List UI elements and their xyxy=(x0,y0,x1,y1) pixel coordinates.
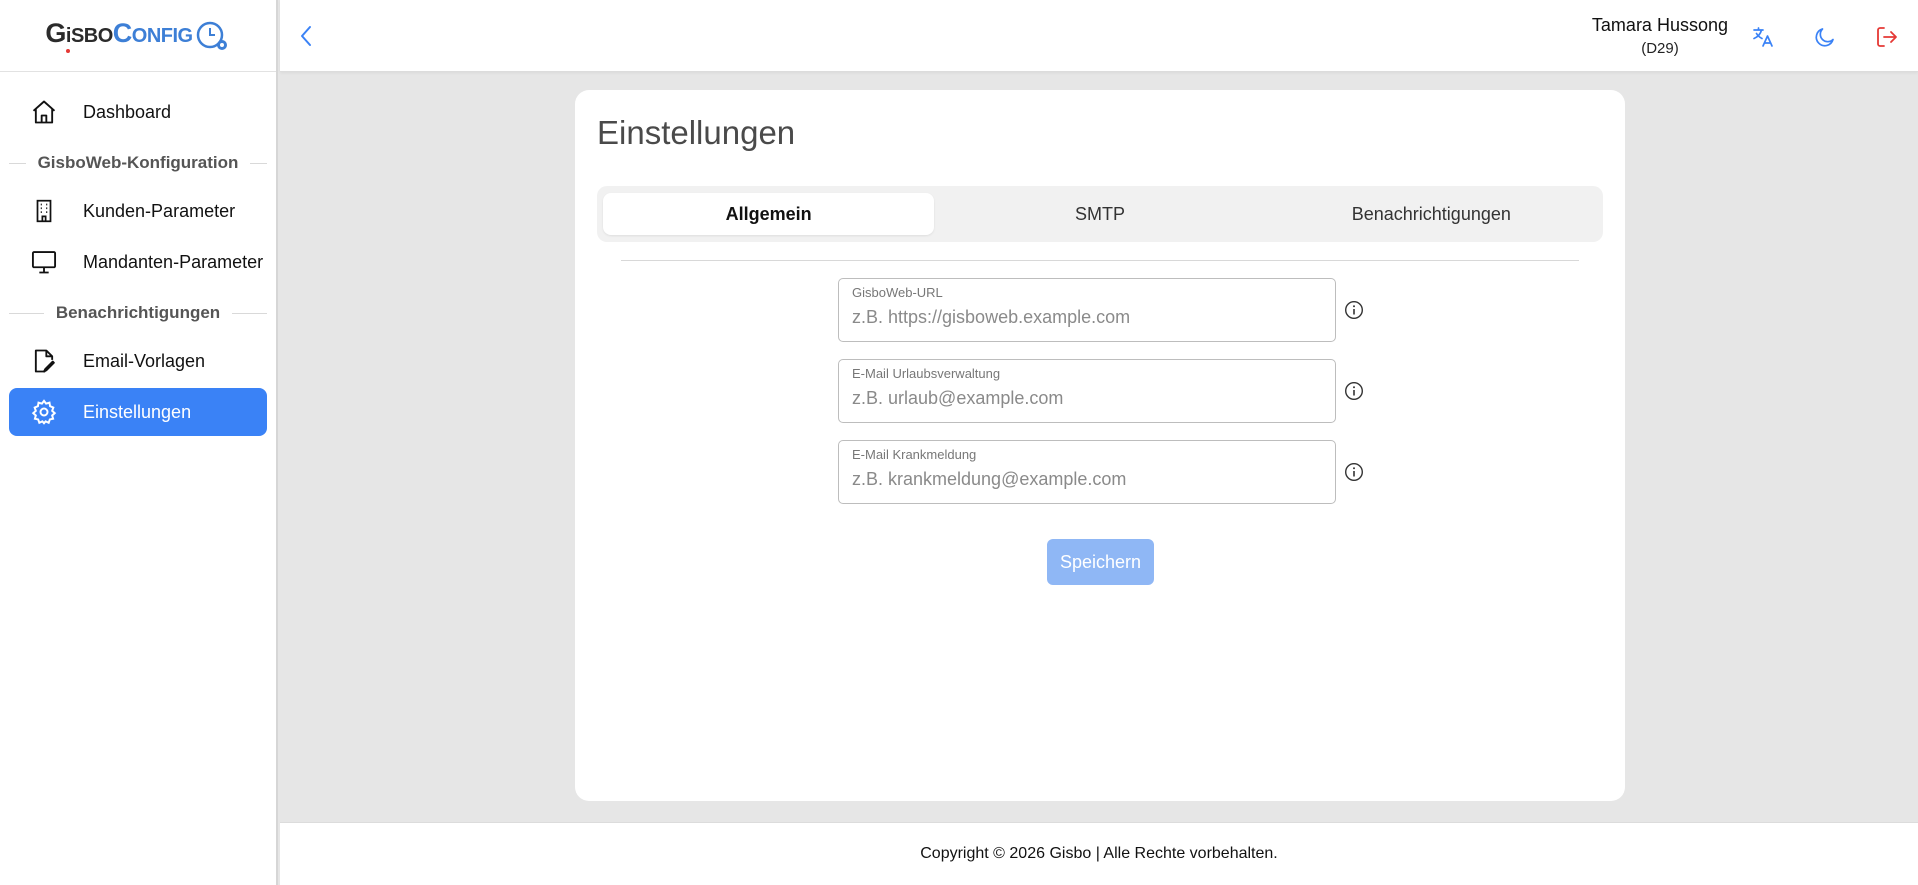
theme-toggle-button[interactable] xyxy=(1812,24,1838,50)
user-name: Tamara Hussong xyxy=(1591,15,1728,35)
tab-benachrichtigungen[interactable]: Benachrichtigungen xyxy=(1266,193,1597,235)
settings-card: Einstellungen Allgemein SMTP Benachricht… xyxy=(575,90,1625,801)
tab-smtp[interactable]: SMTP xyxy=(934,193,1265,235)
translate-icon xyxy=(1753,27,1773,47)
gisboweb-url-field[interactable]: GisboWeb-URL xyxy=(838,278,1336,342)
divider xyxy=(250,162,267,164)
language-button[interactable] xyxy=(1750,24,1776,50)
email-krankmeldung-field[interactable]: E-Mail Krankmeldung xyxy=(838,440,1336,504)
file-edit-icon xyxy=(29,346,59,376)
divider xyxy=(9,312,44,314)
sidebar-item-label: Email-Vorlagen xyxy=(83,350,206,371)
sidebar-item-label: Mandanten-Parameter xyxy=(83,251,264,272)
sidebar-item-mandanten-parameter[interactable]: Mandanten-Parameter xyxy=(9,238,267,286)
user-info: Tamara Hussong (D29) xyxy=(1592,15,1728,57)
save-button[interactable]: Speichern xyxy=(1047,539,1154,585)
copyright-text: Copyright © 2026 Gisbo | Alle Rechte vor… xyxy=(920,845,1278,862)
sidebar-item-label: Kunden-Parameter xyxy=(83,200,236,221)
field-label: GisboWeb-URL xyxy=(852,285,943,300)
back-button[interactable] xyxy=(294,24,318,48)
app-logo[interactable]: GiSBO CONFIG xyxy=(0,0,276,72)
info-icon xyxy=(1344,381,1364,401)
sidebar-item-label: Einstellungen xyxy=(83,401,192,422)
divider xyxy=(232,312,268,314)
logout-icon xyxy=(1877,27,1897,47)
sidebar-section-benachrichtigungen: Benachrichtigungen xyxy=(9,289,268,337)
moon-icon xyxy=(1815,28,1834,47)
sidebar-section-label: Benachrichtigungen xyxy=(55,303,221,322)
divider xyxy=(9,162,26,164)
email-urlaubsverwaltung-field[interactable]: E-Mail Urlaubsverwaltung xyxy=(838,359,1336,423)
user-code: (D29) xyxy=(1641,40,1679,57)
building-icon xyxy=(29,196,59,226)
gisboweb-url-info-button[interactable] xyxy=(1343,299,1365,321)
clock-gear-icon xyxy=(196,21,227,50)
sidebar-item-kunden-parameter[interactable]: Kunden-Parameter xyxy=(9,187,267,235)
footer: Copyright © 2026 Gisbo | Alle Rechte vor… xyxy=(280,822,1918,885)
home-icon xyxy=(29,97,59,127)
email-krankmeldung-info-button[interactable] xyxy=(1343,461,1365,483)
sidebar-item-einstellungen[interactable]: Einstellungen xyxy=(9,388,267,436)
email-krankmeldung-input[interactable] xyxy=(852,469,1322,490)
sidebar-item-email-vorlagen[interactable]: Email-Vorlagen xyxy=(9,337,267,385)
field-label: E-Mail Urlaubsverwaltung xyxy=(852,366,1001,381)
settings-tabs: Allgemein SMTP Benachrichtigungen xyxy=(597,186,1603,242)
sidebar-nav: Dashboard GisboWeb-Konfiguration Kunden-… xyxy=(0,72,276,436)
logo-wordmark: GiSBO CONFIG xyxy=(45,18,230,54)
field-label: E-Mail Krankmeldung xyxy=(852,447,977,462)
gear-icon xyxy=(29,397,59,427)
email-urlaubsverwaltung-input[interactable] xyxy=(852,388,1322,409)
email-urlaubsverwaltung-info-button[interactable] xyxy=(1343,380,1365,402)
sidebar-section-label: GisboWeb-Konfiguration xyxy=(37,153,239,172)
divider xyxy=(621,260,1579,261)
info-icon xyxy=(1344,300,1364,320)
sidebar-section-gisboweb: GisboWeb-Konfiguration xyxy=(9,139,267,187)
monitor-icon xyxy=(29,247,59,277)
info-icon xyxy=(1344,462,1364,482)
page-title: Einstellungen xyxy=(597,114,796,151)
tab-allgemein[interactable]: Allgemein xyxy=(603,193,935,235)
top-header: Tamara Hussong (D29) xyxy=(280,0,1918,72)
sidebar-item-dashboard[interactable]: Dashboard xyxy=(9,88,267,136)
sidebar-item-label: Dashboard xyxy=(83,101,172,122)
chevron-left-icon xyxy=(301,26,311,46)
gisboweb-url-input[interactable] xyxy=(852,307,1322,328)
sidebar: GiSBO CONFIG Dashboard GisboWeb-Konfigur… xyxy=(0,0,278,885)
logout-button[interactable] xyxy=(1874,24,1900,50)
